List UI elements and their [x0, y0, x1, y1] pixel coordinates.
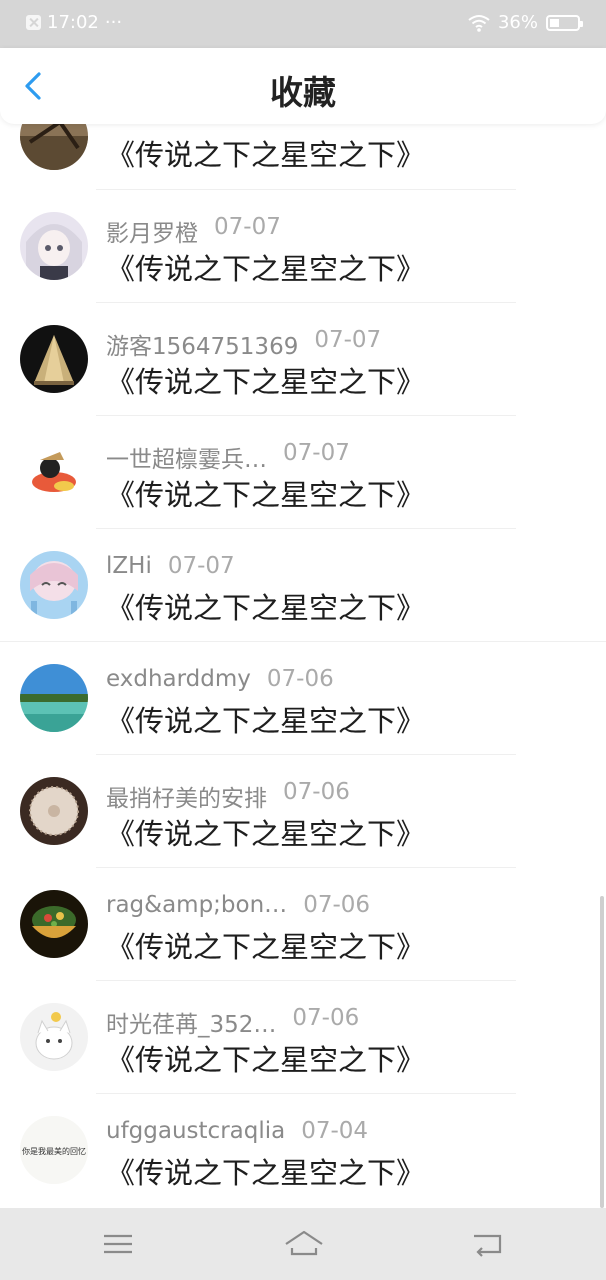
avatar: [20, 438, 88, 506]
item-date: 07-07: [283, 440, 350, 466]
item-user: 影月罗橙: [106, 221, 198, 247]
item-date: 07-06: [303, 892, 371, 918]
status-bar: 17:02 ··· 36%: [0, 0, 606, 48]
page-title: 收藏: [270, 73, 336, 112]
item-meta: 最捎杍美的安排 07-06: [106, 779, 350, 813]
item-user: 游客1564751369: [106, 334, 299, 360]
status-time: 17:02: [47, 12, 99, 33]
avatar: [20, 890, 88, 958]
item-meta: lZHi 07-07: [106, 553, 235, 579]
list-item[interactable]: 你是我最美的回忆 ufggaustcraqlia 07-04 《传说之下之星空之…: [0, 1094, 606, 1207]
item-title: 《传说之下之星空之下》: [106, 365, 426, 399]
item-meta: 游客1564751369 07-07: [106, 327, 381, 361]
list-item[interactable]: 一世超檩霎兵… 07-07 《传说之下之星空之下》: [0, 416, 606, 529]
wifi-icon: [468, 14, 490, 32]
item-user: 最捎杍美的安排: [106, 786, 267, 812]
avatar: [20, 325, 88, 393]
item-meta: exdharddmy 07-06: [106, 666, 334, 692]
list-item[interactable]: exdharddmy 07-06 《传说之下之星空之下》: [0, 642, 606, 755]
status-dots: ···: [104, 12, 123, 33]
item-meta: 一世超檩霎兵… 07-07: [106, 440, 350, 474]
item-meta: 影月罗橙 07-07: [106, 214, 281, 248]
return-icon[interactable]: [468, 1224, 508, 1264]
menu-icon[interactable]: [98, 1224, 138, 1264]
avatar-handwriting: 你是我最美的回忆: [22, 1146, 86, 1156]
list-item[interactable]: 游客1564751369 07-07 《传说之下之星空之下》: [0, 303, 606, 416]
item-title: 《传说之下之星空之下》: [106, 930, 426, 964]
item-date: 07-06: [283, 779, 350, 805]
item-title: 《传说之下之星空之下》: [106, 1043, 426, 1077]
item-user: lZHi: [106, 553, 152, 579]
notification-icon: [26, 15, 41, 30]
battery-icon: [546, 14, 583, 31]
item-meta: rag&amp;bon… 07-06: [106, 892, 370, 918]
navigation-bar: [0, 1208, 606, 1280]
status-left: 17:02 ···: [26, 12, 122, 33]
battery-percent: 36%: [497, 12, 538, 33]
item-user: exdharddmy: [106, 666, 251, 692]
item-date: 07-06: [292, 1005, 360, 1031]
item-date: 07-07: [167, 553, 235, 579]
item-date: 07-07: [214, 214, 281, 240]
avatar: 你是我最美的回忆: [20, 1116, 88, 1184]
item-user: 一世超檩霎兵…: [106, 447, 267, 473]
item-title: 《传说之下之星空之下》: [106, 478, 426, 512]
list-item[interactable]: 时光荏苒_352… 07-06 《传说之下之星空之下》: [0, 981, 606, 1094]
home-icon[interactable]: [282, 1224, 326, 1264]
status-right: 36%: [468, 12, 583, 33]
list-item[interactable]: lZHi 07-07 《传说之下之星空之下》: [0, 529, 606, 642]
item-date: 07-04: [301, 1118, 369, 1144]
list-item[interactable]: rag&amp;bon… 07-06 《传说之下之星空之下》: [0, 868, 606, 981]
avatar: [20, 212, 88, 280]
item-date: 07-06: [266, 666, 334, 692]
header-bar: 收藏: [0, 48, 606, 124]
item-meta: 时光荏苒_352… 07-06: [106, 1005, 359, 1039]
avatar: [20, 551, 88, 619]
item-title: 《传说之下之星空之下》: [106, 591, 426, 625]
item-user: 时光荏苒_352…: [106, 1012, 277, 1038]
avatar: [20, 664, 88, 732]
list-item[interactable]: 《传说之下之星空之下》: [0, 102, 606, 190]
item-title: 《传说之下之星空之下》: [106, 252, 426, 286]
list-item[interactable]: 最捎杍美的安排 07-06 《传说之下之星空之下》: [0, 755, 606, 868]
item-title: 《传说之下之星空之下》: [106, 138, 426, 172]
item-meta: ufggaustcraqlia 07-04: [106, 1118, 368, 1144]
item-title: 《传说之下之星空之下》: [106, 1156, 426, 1190]
item-title: 《传说之下之星空之下》: [106, 817, 426, 851]
avatar: [20, 777, 88, 845]
favorites-list: 《传说之下之星空之下》 影月罗橙 07-07 《传说之下之星空之下》 游客156…: [0, 102, 606, 1207]
scrollbar[interactable]: [600, 896, 604, 1208]
item-date: 07-07: [314, 327, 382, 353]
avatar: [20, 1003, 88, 1071]
item-user: rag&amp;bon…: [106, 892, 288, 918]
item-user: ufggaustcraqlia: [106, 1118, 286, 1144]
list-item[interactable]: 影月罗橙 07-07 《传说之下之星空之下》: [0, 190, 606, 303]
item-title: 《传说之下之星空之下》: [106, 704, 426, 738]
